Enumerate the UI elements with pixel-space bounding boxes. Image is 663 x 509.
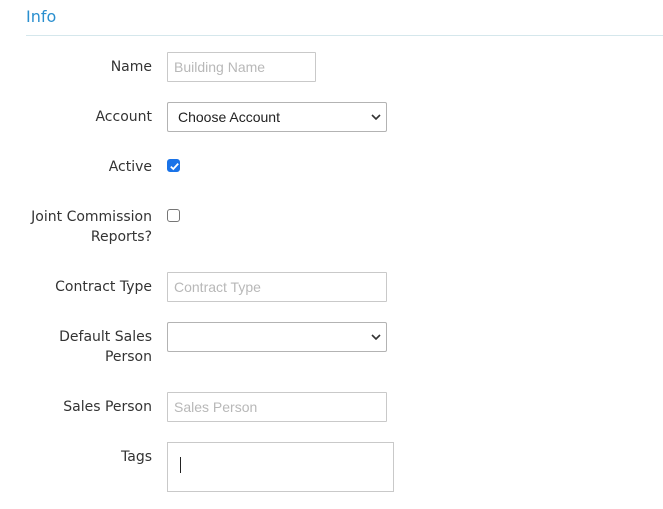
contract-type-input[interactable] — [167, 272, 387, 302]
joint-commission-label-line2: Reports? — [90, 229, 152, 245]
joint-commission-label: Joint Commission — [31, 209, 152, 225]
building-name-input[interactable] — [167, 52, 316, 82]
section-divider — [26, 35, 663, 36]
tags-input[interactable] — [167, 442, 394, 492]
active-checkbox[interactable] — [167, 159, 180, 172]
active-label: Active — [108, 159, 152, 175]
section-title: Info — [26, 7, 57, 26]
account-select-value: Choose Account — [178, 109, 280, 125]
account-select[interactable]: Choose Account — [167, 102, 387, 132]
sales-person-label: Sales Person — [63, 399, 152, 415]
check-icon — [170, 162, 179, 171]
default-sales-person-label-line2: Person — [104, 349, 152, 365]
contract-type-label: Contract Type — [55, 279, 152, 295]
sales-person-input[interactable] — [167, 392, 387, 422]
text-cursor — [180, 457, 181, 473]
account-label: Account — [95, 109, 152, 125]
chevron-down-icon — [366, 102, 386, 132]
default-sales-person-label: Default Sales — [59, 329, 152, 345]
chevron-down-icon — [366, 322, 386, 352]
name-label: Name — [110, 59, 152, 75]
tags-label: Tags — [121, 449, 152, 465]
default-sales-person-select[interactable] — [167, 322, 387, 352]
joint-commission-checkbox[interactable] — [167, 209, 180, 222]
